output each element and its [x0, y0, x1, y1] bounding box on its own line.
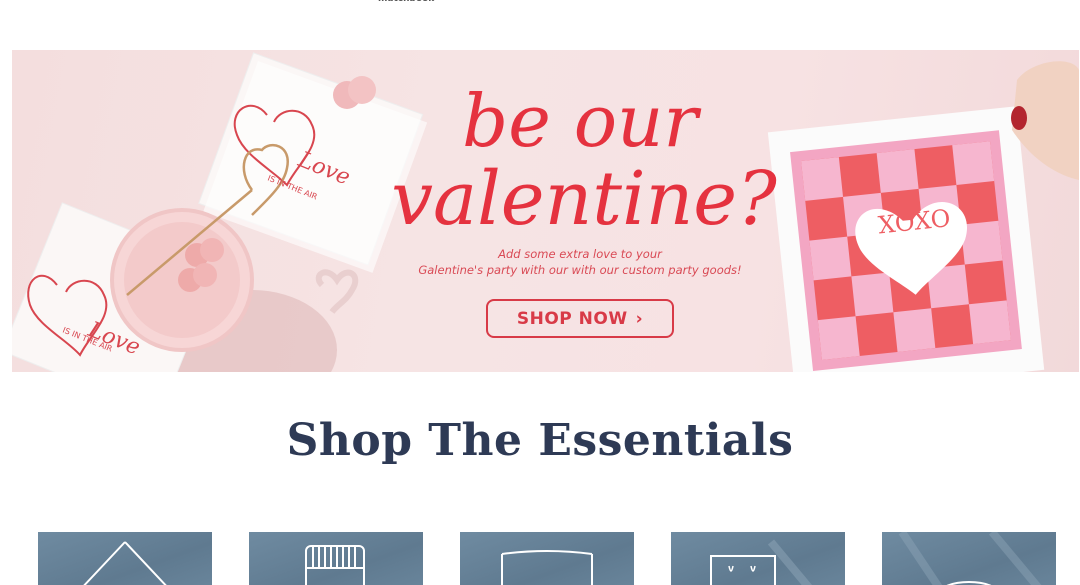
- shop-now-label: SHOP NOW: [516, 308, 628, 329]
- chevron-right-icon: ›: [635, 308, 644, 329]
- hero-title-line2: valentine?: [391, 156, 777, 242]
- plate-icon: [898, 532, 1042, 585]
- box-icon: [710, 539, 813, 585]
- section-title: Shop The Essentials: [286, 415, 794, 466]
- napkin-icon: [83, 541, 167, 585]
- hero-subtitle-line2: Galentine's party with our with our cust…: [418, 263, 742, 277]
- matchbook-icon: [305, 545, 365, 585]
- essentials-tile-plates[interactable]: [882, 532, 1056, 585]
- essentials-tile-napkins[interactable]: [38, 532, 212, 585]
- essentials-tile-matchbooks[interactable]: [249, 532, 423, 585]
- hero-subtitle-line1: Add some extra love to your: [498, 247, 662, 261]
- essentials-tile-boxes[interactable]: [671, 532, 845, 585]
- shop-now-button[interactable]: SHOP NOW ›: [486, 299, 674, 338]
- essentials-tile-cups[interactable]: [460, 532, 634, 585]
- hero-title-line1: be our: [462, 79, 698, 163]
- brand-label: matchbook: [378, 0, 434, 4]
- hero-banner[interactable]: be our valentine? Add some extra love to…: [12, 50, 1079, 372]
- cup-icon: [501, 550, 593, 585]
